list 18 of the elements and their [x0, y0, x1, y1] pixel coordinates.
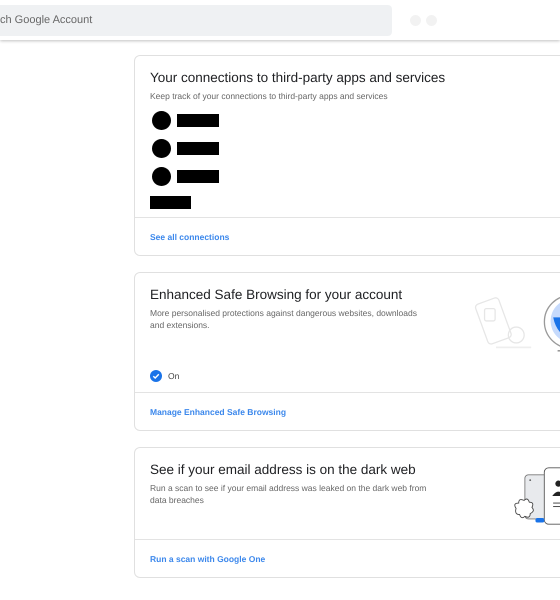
card-description: Run a scan to see if your email address was leaked on the dark web from data breaches	[150, 482, 428, 506]
card-description: More personalised protections against dangerous websites, downloads and extensions.	[150, 307, 418, 331]
redaction-bar	[177, 114, 219, 127]
redaction-dot	[152, 139, 171, 158]
card-title: Your connections to third-party apps and services	[150, 70, 446, 85]
card-link[interactable]: See all connections	[150, 232, 230, 242]
redaction-dot	[152, 167, 171, 186]
card-link[interactable]: Manage Enhanced Safe Browsing	[150, 407, 286, 417]
card-title: Enhanced Safe Browsing for your account	[150, 287, 404, 302]
redaction-dot	[152, 111, 171, 130]
redaction-bar	[177, 142, 219, 155]
card-title: See if your email address is on the dark web	[150, 462, 417, 477]
card-link[interactable]: Run a scan with Google One	[150, 554, 266, 564]
search-field[interactable]: ch Google Account	[0, 4, 392, 36]
redaction-bar	[177, 170, 219, 183]
card-description: Keep track of your connections to third-party apps and services	[150, 90, 389, 102]
redaction-bar	[150, 196, 191, 209]
status-label: On	[168, 371, 180, 381]
